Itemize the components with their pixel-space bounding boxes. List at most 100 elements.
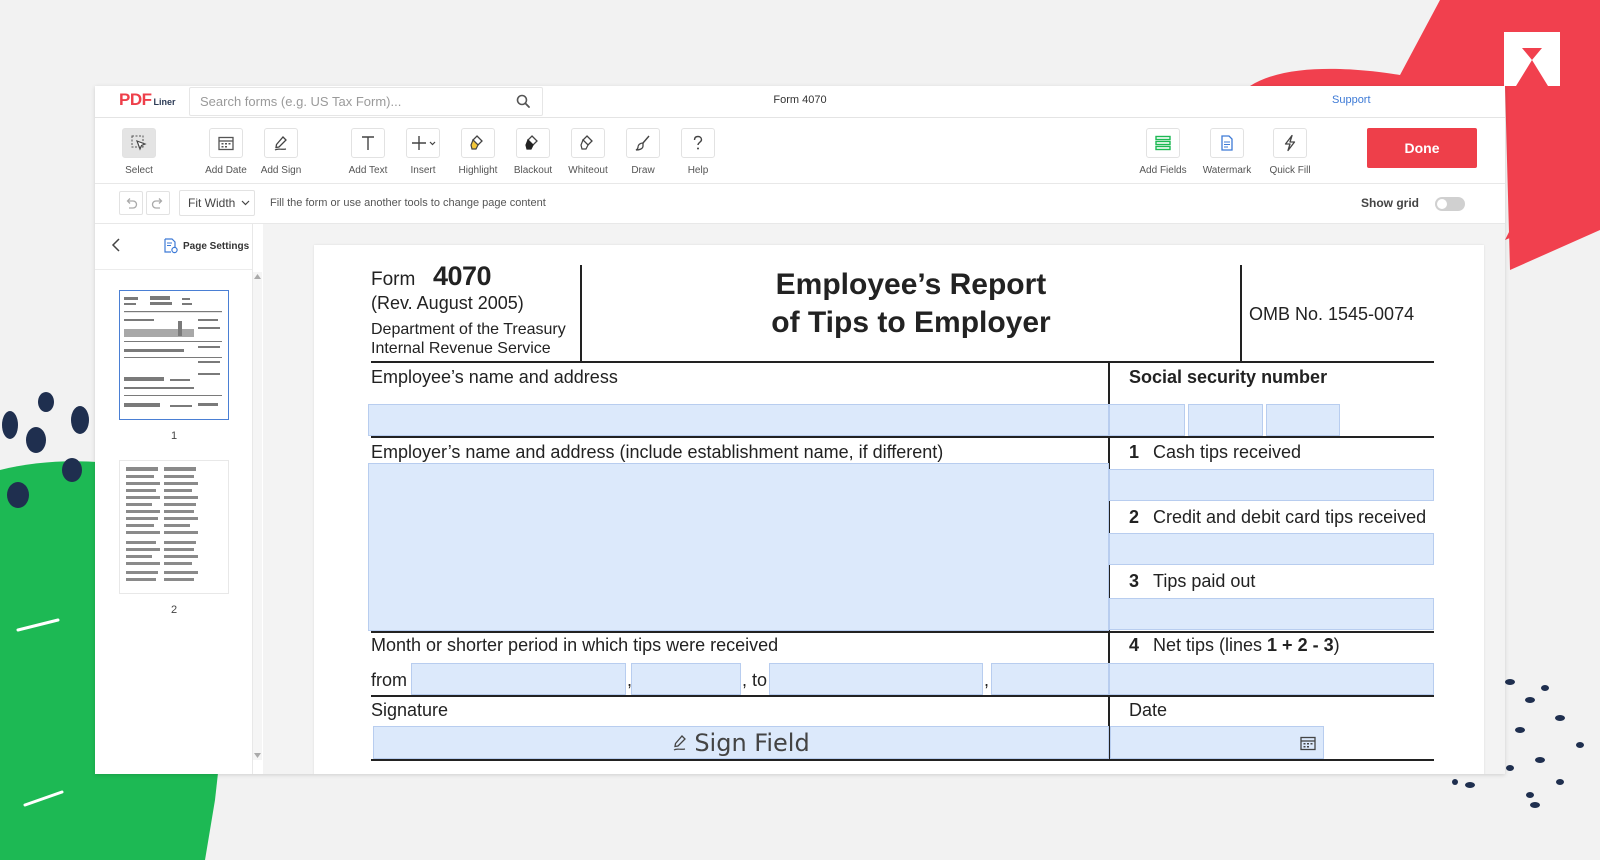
- calendar-icon[interactable]: [1299, 734, 1317, 752]
- tips-paid-out-field[interactable]: [1109, 598, 1434, 630]
- from-year-field[interactable]: [631, 663, 741, 695]
- collapse-sidebar-icon[interactable]: [111, 238, 121, 252]
- form-number: 4070: [433, 261, 492, 291]
- line2-label: Credit and debit card tips received: [1153, 507, 1427, 527]
- highlighter-icon: [470, 135, 483, 150]
- pen-sign-icon: [274, 136, 287, 151]
- employer-label: Employer’s name and address (include est…: [371, 442, 944, 462]
- line3-label: Tips paid out: [1153, 571, 1256, 591]
- page-thumbnail-2[interactable]: [119, 460, 229, 594]
- show-grid-label: Show grid: [1361, 196, 1419, 210]
- tool-help[interactable]: Help: [668, 128, 728, 176]
- department-line1: Department of the Treasury: [371, 321, 566, 338]
- page-settings-label: Page Settings: [183, 240, 250, 252]
- row-rule: [371, 436, 1434, 438]
- row-rule: [371, 631, 1434, 633]
- employer-name-field[interactable]: [368, 463, 1109, 631]
- show-grid-toggle[interactable]: [1435, 197, 1465, 211]
- to-year-field[interactable]: [991, 663, 1109, 695]
- sidebar-scrollbar[interactable]: [253, 272, 262, 760]
- pen-sign-icon: [673, 734, 687, 751]
- zoom-value: Fit Width: [188, 196, 236, 210]
- undo-icon: [126, 198, 138, 209]
- tool-add-date[interactable]: Add Date: [196, 128, 256, 176]
- search-icon[interactable]: [516, 94, 530, 108]
- tool-select[interactable]: Select: [109, 128, 169, 176]
- done-button[interactable]: Done: [1367, 128, 1477, 168]
- employee-name-label: Employee’s name and address: [371, 367, 618, 387]
- header-divider: [1240, 265, 1242, 361]
- whiteout-brush-icon: [580, 135, 593, 150]
- pages-sidebar: Page Settings 1 2: [95, 224, 253, 774]
- add-fields-icon: [1155, 135, 1171, 151]
- tool-label: Select: [125, 165, 153, 176]
- ssn-field-1[interactable]: [1109, 404, 1185, 436]
- tool-label: Insert: [410, 165, 436, 176]
- tool-draw[interactable]: Draw: [613, 128, 673, 176]
- cash-tips-field[interactable]: [1109, 469, 1434, 501]
- document-title: Form 4070: [773, 94, 827, 106]
- support-link[interactable]: Support: [1332, 94, 1371, 106]
- brush-icon: [635, 135, 650, 151]
- tool-label: Add Date: [205, 165, 247, 176]
- hint-text: Fill the form or use another tools to ch…: [270, 197, 546, 209]
- page-number-2: 2: [170, 604, 178, 616]
- ssn-field-3[interactable]: [1266, 404, 1340, 436]
- tool-label: Watermark: [1202, 165, 1252, 176]
- tool-quick-fill[interactable]: Quick Fill: [1260, 128, 1320, 176]
- document-canvas: Form 4070 (Rev. August 2005) Department …: [263, 224, 1505, 774]
- line4-label-a: Net tips (lines: [1153, 635, 1268, 655]
- tool-insert[interactable]: Insert: [393, 128, 453, 176]
- date-label: Date: [1129, 700, 1168, 720]
- to-label: , to: [742, 670, 768, 690]
- omb-number: OMB No. 1545-0074: [1249, 304, 1415, 324]
- chevron-down-icon: [241, 200, 250, 206]
- form-revision: (Rev. August 2005): [371, 293, 524, 313]
- tool-add-fields[interactable]: Add Fields: [1133, 128, 1193, 176]
- search-input[interactable]: [190, 88, 490, 115]
- tool-add-text[interactable]: Add Text: [338, 128, 398, 176]
- question-icon: [693, 135, 703, 150]
- to-month-field[interactable]: [769, 663, 983, 695]
- form-title-line2: of Tips to Employer: [771, 306, 1051, 339]
- pdfliner-logo[interactable]: PDF Liner: [119, 90, 176, 114]
- signature-field[interactable]: Sign Field: [373, 726, 1109, 759]
- form-word: Form: [371, 269, 416, 290]
- ssn-field-2[interactable]: [1188, 404, 1263, 436]
- redo-button[interactable]: [146, 191, 170, 215]
- line4-label: Net tips (lines 1 + 2 - 3): [1153, 635, 1340, 656]
- page-settings-icon: [164, 238, 178, 254]
- chevron-down-icon: [429, 141, 436, 146]
- undo-button[interactable]: [119, 191, 143, 215]
- page-settings-button[interactable]: Page Settings: [163, 238, 249, 254]
- blackout-brush-icon: [525, 135, 538, 150]
- employee-name-field[interactable]: [368, 404, 1109, 436]
- card-tips-field[interactable]: [1109, 533, 1434, 565]
- tool-label: Add Text: [348, 165, 388, 176]
- tool-highlight[interactable]: Highlight: [448, 128, 508, 176]
- lightning-icon: [1284, 134, 1296, 152]
- scroll-up-icon: [254, 274, 261, 279]
- tool-label: Add Sign: [260, 165, 302, 176]
- department-line2: Internal Revenue Service: [371, 340, 551, 357]
- tool-label: Draw: [631, 165, 655, 176]
- sub-toolbar: Fit Width Fill the form or use another t…: [95, 184, 1505, 224]
- tool-label: Help: [687, 165, 709, 176]
- tool-watermark[interactable]: Watermark: [1197, 128, 1257, 176]
- select-cursor-icon: [131, 135, 147, 151]
- date-field[interactable]: [1110, 726, 1324, 759]
- tool-add-sign[interactable]: Add Sign: [251, 128, 311, 176]
- ssn-label: Social security number: [1129, 367, 1328, 387]
- line2-number: 2: [1129, 507, 1140, 527]
- net-tips-field[interactable]: [1109, 663, 1434, 695]
- logo-liner: Liner: [153, 97, 176, 107]
- from-month-field[interactable]: [411, 663, 626, 695]
- line1-number: 1: [1129, 442, 1140, 462]
- tool-blackout[interactable]: Blackout: [503, 128, 563, 176]
- page-thumbnail-1[interactable]: [119, 290, 229, 420]
- tool-whiteout[interactable]: Whiteout: [558, 128, 618, 176]
- editor-window: PDF Liner Form 4070 Support Select Add D…: [95, 86, 1505, 774]
- zoom-select[interactable]: Fit Width: [179, 190, 255, 216]
- row-rule: [371, 695, 1434, 697]
- scroll-down-icon: [254, 753, 261, 758]
